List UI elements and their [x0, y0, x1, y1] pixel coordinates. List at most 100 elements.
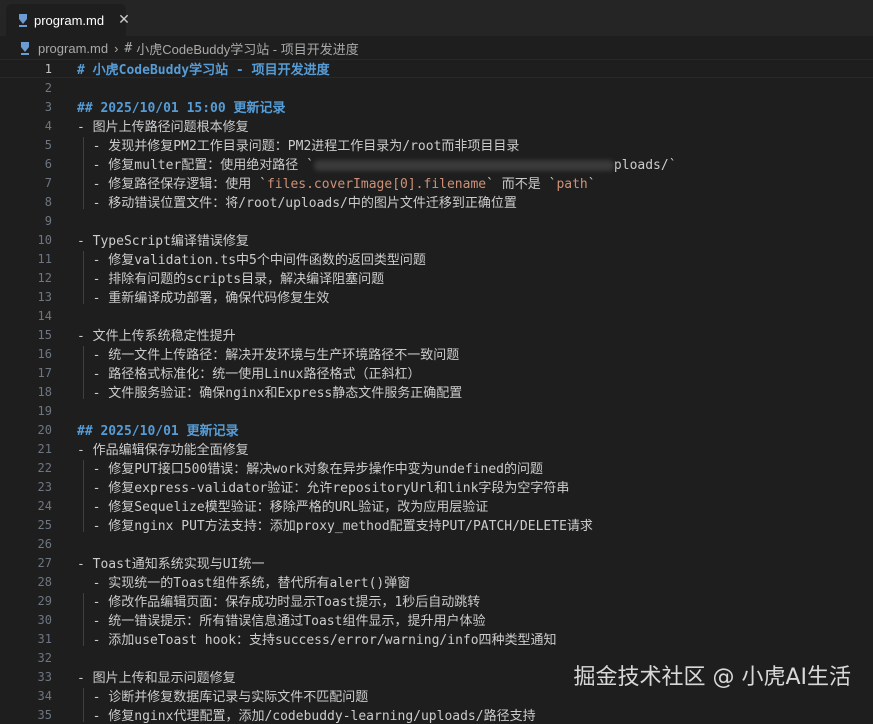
- heading-symbol-icon: #: [124, 40, 133, 56]
- code-line[interactable]: 31 - 添加useToast hook：支持success/error/war…: [0, 629, 873, 649]
- line-number: 31: [37, 631, 52, 646]
- code-line[interactable]: 14: [0, 306, 873, 325]
- code-line[interactable]: 24 - 修复Sequelize模型验证：移除严格的URL验证，改为应用层验证: [0, 496, 873, 516]
- code-line[interactable]: 17 - 路径格式标准化：统一使用Linux路径格式（正斜杠）: [0, 363, 873, 383]
- watermark: 掘金技术社区 @ 小虎AI生活: [573, 665, 851, 690]
- code-line[interactable]: 1 # 小虎CodeBuddy学习站 - 项目开发进度: [0, 59, 873, 78]
- markdown-icon: [20, 41, 32, 55]
- text-segment: - 修复Sequelize模型验证：移除严格的URL验证，改为应用层验证: [77, 500, 489, 515]
- line-text: - 路径格式标准化：统一使用Linux路径格式（正斜杠）: [77, 363, 421, 382]
- code-line[interactable]: 27 - Toast通知系统实现与UI统一: [0, 553, 873, 573]
- line-text: - 文件上传系统稳定性提升: [77, 325, 236, 344]
- line-text: - 发现并修复PM2工作目录问题：PM2进程工作目录为/root而非项目目录: [77, 135, 520, 154]
- text-segment: - 作品编辑保存功能全面修复: [77, 443, 249, 458]
- code-line[interactable]: 19: [0, 401, 873, 420]
- breadcrumb-file[interactable]: program.md: [38, 41, 108, 56]
- code-line[interactable]: 30 - 统一错误提示：所有错误信息通过Toast组件显示，提升用户体验: [0, 610, 873, 630]
- breadcrumb-separator: ›: [114, 40, 119, 56]
- text-segment: - 图片上传和显示问题修复: [77, 671, 236, 686]
- indent-guide: [83, 593, 84, 646]
- code-line[interactable]: 25 - 修复nginx PUT方法支持：添加proxy_method配置支持P…: [0, 515, 873, 535]
- close-icon[interactable]: ✕: [118, 12, 130, 28]
- text-segment: - 重新编译成功部署，确保代码修复生效: [77, 291, 330, 306]
- line-text: - 修复multer配置：使用绝对路径 ` ploads/`: [77, 154, 677, 173]
- text-segment: ` 而不是 `: [486, 177, 557, 192]
- text-segment: - 路径格式标准化：统一使用Linux路径格式（正斜杠）: [77, 367, 421, 382]
- line-text: - 排除有问题的scripts目录，解决编译阻塞问题: [77, 268, 384, 287]
- line-number: 5: [44, 137, 52, 152]
- line-number: 19: [37, 403, 52, 418]
- line-text: - 添加useToast hook：支持success/error/warnin…: [77, 629, 557, 648]
- code-line[interactable]: 20 ## 2025/10/01 更新记录: [0, 420, 873, 440]
- code-line[interactable]: 8 - 移动错误位置文件：将/root/uploads/中的图片文件迁移到正确位…: [0, 192, 873, 212]
- text-segment: - 诊断并修复数据库记录与实际文件不匹配问题: [77, 690, 369, 705]
- code-line[interactable]: 3 ## 2025/10/01 15:00 更新记录: [0, 97, 873, 117]
- code-line[interactable]: 15 - 文件上传系统稳定性提升: [0, 325, 873, 345]
- breadcrumb-section[interactable]: 小虎CodeBuddy学习站 - 项目开发进度: [136, 39, 359, 58]
- indent-guide: [83, 251, 84, 304]
- line-text: - 修复PUT接口500错误：解决work对象在异步操作中变为undefined…: [77, 458, 543, 477]
- line-number: 21: [37, 441, 52, 456]
- indent-guide: [83, 137, 84, 209]
- line-number: 23: [37, 479, 52, 494]
- line-number: 9: [44, 213, 52, 228]
- code-line[interactable]: 35 - 修复nginx代理配置，添加/codebuddy-learning/u…: [0, 705, 873, 724]
- line-number: 16: [37, 346, 52, 361]
- code-line[interactable]: 5 - 发现并修复PM2工作目录问题：PM2进程工作目录为/root而非项目目录: [0, 135, 873, 155]
- line-text: - Toast通知系统实现与UI统一: [77, 553, 264, 572]
- line-number: 8: [44, 194, 52, 209]
- indent-guide: [83, 460, 84, 532]
- text-segment: `: [587, 177, 596, 192]
- tab-program-md[interactable]: program.md ✕: [6, 4, 130, 36]
- line-text: - 修复路径保存逻辑：使用 `files.coverImage[0].filen…: [77, 173, 596, 192]
- text-segment: - 修复multer配置：使用绝对路径 `: [77, 158, 314, 173]
- code-line[interactable]: 23 - 修复express-validator验证：允许repositoryU…: [0, 477, 873, 497]
- line-text: - 修复nginx PUT方法支持：添加proxy_method配置支持PUT/…: [77, 515, 593, 534]
- text-segment: - 发现并修复PM2工作目录问题：PM2进程工作目录为/root而非项目目录: [77, 139, 520, 154]
- text-segment: - 修复PUT接口500错误：解决work对象在异步操作中变为undefined…: [77, 462, 544, 477]
- code-line[interactable]: 4 - 图片上传路径问题根本修复: [0, 116, 873, 136]
- line-number: 2: [44, 80, 52, 95]
- line-number: 12: [37, 270, 52, 285]
- breadcrumb: program.md › # 小虎CodeBuddy学习站 - 项目开发进度: [0, 38, 873, 58]
- tab-label: program.md: [34, 12, 105, 28]
- line-text: - 统一错误提示：所有错误信息通过Toast组件显示，提升用户体验: [77, 610, 486, 629]
- line-number: 22: [37, 460, 52, 475]
- text-segment: - 修复nginx PUT方法支持：添加proxy_method配置支持PUT/…: [77, 519, 593, 534]
- text-segment: - 实现统一的Toast组件系统，替代所有alert()弹窗: [77, 576, 411, 591]
- text-segment: - 修复validation.ts中5个中间件函数的返回类型问题: [77, 253, 426, 268]
- code-line[interactable]: 18 - 文件服务验证：确保nginx和Express静态文件服务正确配置: [0, 382, 873, 402]
- code-line[interactable]: 22 - 修复PUT接口500错误：解决work对象在异步操作中变为undefi…: [0, 458, 873, 478]
- line-number: 30: [37, 612, 52, 627]
- code-line[interactable]: 13 - 重新编译成功部署，确保代码修复生效: [0, 287, 873, 307]
- code-line[interactable]: 9: [0, 211, 873, 230]
- line-number: 24: [37, 498, 52, 513]
- code-line[interactable]: 29 - 修改作品编辑页面：保存成功时显示Toast提示，1秒后自动跳转: [0, 591, 873, 611]
- code-line[interactable]: 26: [0, 534, 873, 553]
- line-number: 18: [37, 384, 52, 399]
- code-line[interactable]: 7 - 修复路径保存逻辑：使用 `files.coverImage[0].fil…: [0, 173, 873, 193]
- line-number: 34: [37, 688, 52, 703]
- line-text: - 统一文件上传路径：解决开发环境与生产环境路径不一致问题: [77, 344, 460, 363]
- code-line[interactable]: 6 - 修复multer配置：使用绝对路径 ` ploads/`: [0, 154, 873, 174]
- line-number: 28: [37, 574, 52, 589]
- tab-bar: program.md ✕: [0, 0, 873, 36]
- code-line[interactable]: 21 - 作品编辑保存功能全面修复: [0, 439, 873, 459]
- line-number: 10: [37, 232, 52, 247]
- editor[interactable]: 1 # 小虎CodeBuddy学习站 - 项目开发进度 2 3 ## 2025/10/0…: [0, 58, 873, 724]
- code-line[interactable]: 11 - 修复validation.ts中5个中间件函数的返回类型问题: [0, 249, 873, 269]
- line-text: - 修复Sequelize模型验证：移除严格的URL验证，改为应用层验证: [77, 496, 489, 515]
- line-number: 35: [37, 707, 52, 722]
- text-segment: - 统一文件上传路径：解决开发环境与生产环境路径不一致问题: [77, 348, 460, 363]
- code-line[interactable]: 2: [0, 78, 873, 97]
- code-line[interactable]: 10 - TypeScript编译错误修复: [0, 230, 873, 250]
- text-segment: - 修复路径保存逻辑：使用 `: [77, 177, 267, 192]
- redacted-path: [313, 160, 614, 171]
- line-text: ## 2025/10/01 15:00 更新记录: [77, 97, 286, 116]
- code-line[interactable]: 12 - 排除有问题的scripts目录，解决编译阻塞问题: [0, 268, 873, 288]
- line-text: - 修改作品编辑页面：保存成功时显示Toast提示，1秒后自动跳转: [77, 591, 481, 610]
- line-number: 15: [37, 327, 52, 342]
- code-line[interactable]: 16 - 统一文件上传路径：解决开发环境与生产环境路径不一致问题: [0, 344, 873, 364]
- text-segment: path: [556, 177, 588, 192]
- code-line[interactable]: 28 - 实现统一的Toast组件系统，替代所有alert()弹窗: [0, 572, 873, 592]
